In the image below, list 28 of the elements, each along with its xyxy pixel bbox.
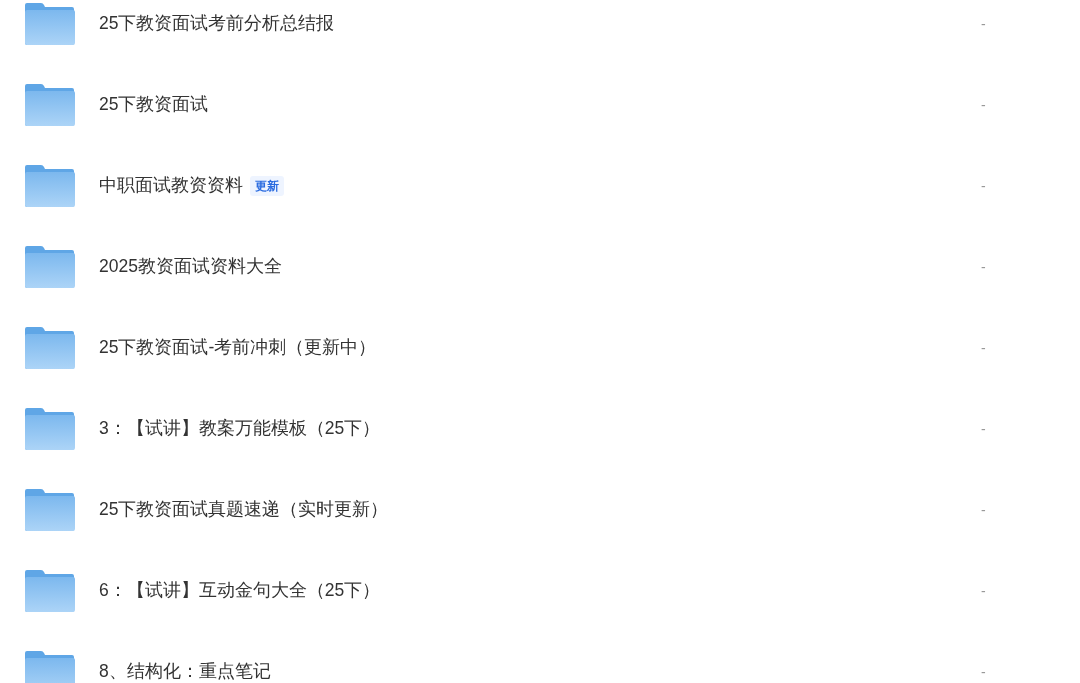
folder-name[interactable]: 25下教资面试真题速递（实时更新） (99, 500, 389, 519)
folder-icon (25, 407, 75, 450)
empty-value: - (981, 501, 986, 518)
empty-value: - (981, 177, 986, 194)
folder-icon (25, 569, 75, 612)
empty-value: - (981, 258, 986, 275)
empty-value: - (981, 96, 986, 113)
empty-value: - (981, 15, 986, 32)
folder-name[interactable]: 2025教资面试资料大全 (99, 257, 282, 276)
update-badge: 更新 (250, 175, 284, 196)
folder-name[interactable]: 25下教资面试考前分析总结报 (99, 14, 335, 33)
folder-icon (25, 326, 75, 369)
empty-value: - (981, 582, 986, 599)
empty-value: - (981, 339, 986, 356)
folder-icon (25, 164, 75, 207)
folder-name[interactable]: 25下教资面试 (99, 95, 209, 114)
folder-name[interactable]: 3：【试讲】教案万能模板（25下） (99, 419, 381, 438)
folder-name[interactable]: 6：【试讲】互动金句大全（25下） (99, 581, 381, 600)
empty-value: - (981, 663, 986, 680)
folder-name[interactable]: 中职面试教资资料 (99, 176, 243, 195)
empty-value: - (981, 420, 986, 437)
folder-icon (25, 650, 75, 683)
folder-name[interactable]: 8、结构化：重点笔记 (99, 662, 271, 681)
folder-icon (25, 2, 75, 45)
folder-icon (25, 83, 75, 126)
folder-icon (25, 245, 75, 288)
folder-icon (25, 488, 75, 531)
folder-name[interactable]: 25下教资面试-考前冲刺（更新中） (99, 338, 377, 357)
